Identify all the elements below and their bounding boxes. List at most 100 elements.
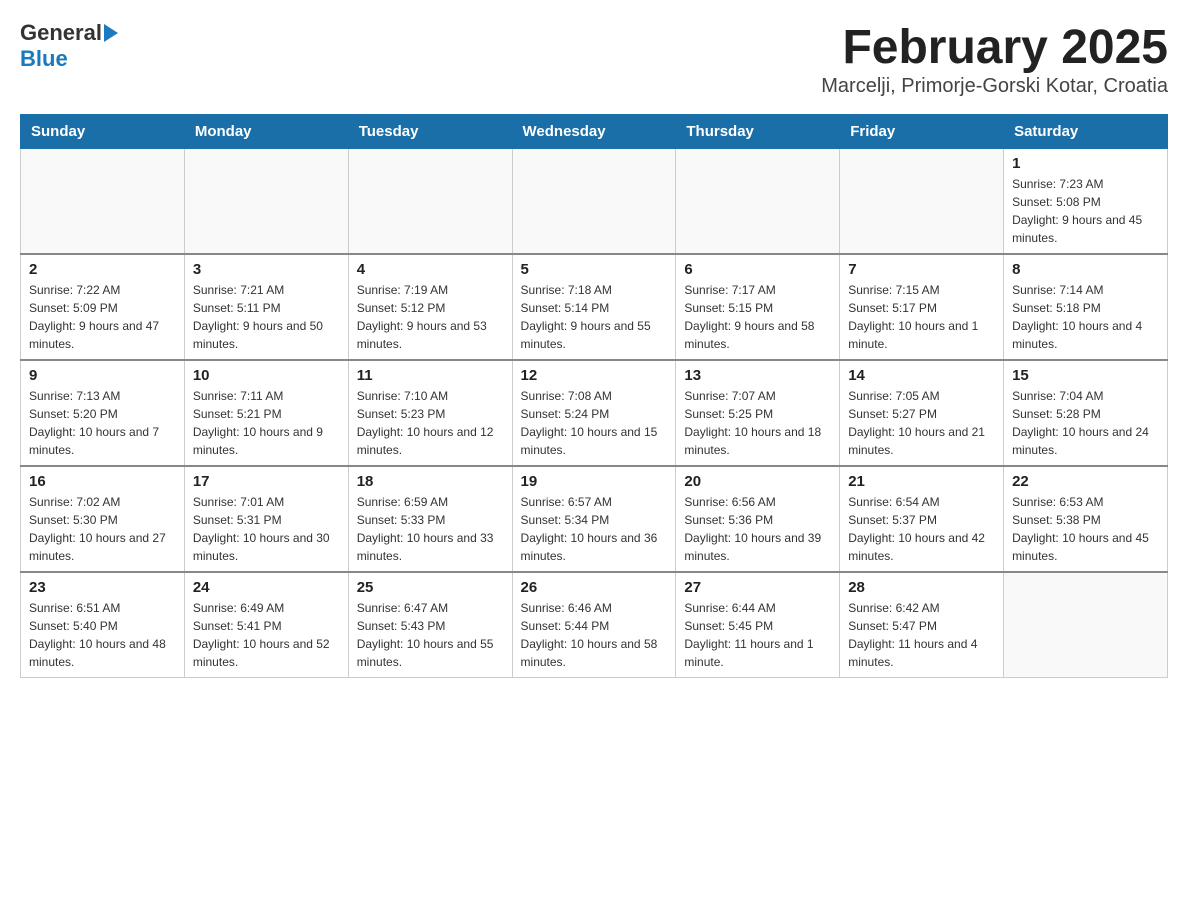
- day-info: Sunrise: 7:07 AM Sunset: 5:25 PM Dayligh…: [684, 387, 831, 459]
- calendar-day-cell: 11 Sunrise: 7:10 AM Sunset: 5:23 PM Dayli…: [348, 360, 512, 466]
- day-info: Sunrise: 7:13 AM Sunset: 5:20 PM Dayligh…: [29, 387, 176, 459]
- logo-blue-text: Blue: [20, 46, 68, 72]
- day-number: 1: [1012, 155, 1159, 172]
- day-info: Sunrise: 7:23 AM Sunset: 5:08 PM Dayligh…: [1012, 175, 1159, 247]
- day-number: 19: [521, 473, 668, 490]
- day-info: Sunrise: 6:47 AM Sunset: 5:43 PM Dayligh…: [357, 599, 504, 671]
- day-info: Sunrise: 6:46 AM Sunset: 5:44 PM Dayligh…: [521, 599, 668, 671]
- day-info: Sunrise: 7:08 AM Sunset: 5:24 PM Dayligh…: [521, 387, 668, 459]
- day-number: 11: [357, 367, 504, 384]
- calendar-day-cell: 21 Sunrise: 6:54 AM Sunset: 5:37 PM Dayli…: [840, 466, 1004, 572]
- calendar-table: SundayMondayTuesdayWednesdayThursdayFrid…: [20, 114, 1168, 678]
- calendar-day-header: Tuesday: [348, 115, 512, 149]
- calendar-day-cell: [676, 149, 840, 255]
- day-info: Sunrise: 6:54 AM Sunset: 5:37 PM Dayligh…: [848, 493, 995, 565]
- month-title: February 2025: [821, 20, 1168, 75]
- day-info: Sunrise: 7:02 AM Sunset: 5:30 PM Dayligh…: [29, 493, 176, 565]
- day-info: Sunrise: 7:18 AM Sunset: 5:14 PM Dayligh…: [521, 281, 668, 353]
- calendar-day-cell: 1 Sunrise: 7:23 AM Sunset: 5:08 PM Daylig…: [1004, 149, 1168, 255]
- day-number: 18: [357, 473, 504, 490]
- day-info: Sunrise: 6:53 AM Sunset: 5:38 PM Dayligh…: [1012, 493, 1159, 565]
- title-area: February 2025 Marcelji, Primorje-Gorski …: [821, 20, 1168, 98]
- day-number: 10: [193, 367, 340, 384]
- day-info: Sunrise: 7:04 AM Sunset: 5:28 PM Dayligh…: [1012, 387, 1159, 459]
- day-number: 27: [684, 579, 831, 596]
- calendar-day-cell: 5 Sunrise: 7:18 AM Sunset: 5:14 PM Daylig…: [512, 254, 676, 360]
- calendar-day-cell: 6 Sunrise: 7:17 AM Sunset: 5:15 PM Daylig…: [676, 254, 840, 360]
- calendar-day-cell: [1004, 572, 1168, 678]
- day-info: Sunrise: 6:49 AM Sunset: 5:41 PM Dayligh…: [193, 599, 340, 671]
- day-number: 16: [29, 473, 176, 490]
- page-header: General Blue February 2025 Marcelji, Pri…: [20, 20, 1168, 98]
- calendar-day-header: Wednesday: [512, 115, 676, 149]
- day-number: 7: [848, 261, 995, 278]
- calendar-day-cell: [21, 149, 185, 255]
- day-number: 6: [684, 261, 831, 278]
- day-info: Sunrise: 6:59 AM Sunset: 5:33 PM Dayligh…: [357, 493, 504, 565]
- logo-general-text: General: [20, 20, 102, 46]
- day-number: 12: [521, 367, 668, 384]
- logo: General Blue: [20, 20, 118, 72]
- day-number: 5: [521, 261, 668, 278]
- day-info: Sunrise: 6:51 AM Sunset: 5:40 PM Dayligh…: [29, 599, 176, 671]
- day-info: Sunrise: 7:21 AM Sunset: 5:11 PM Dayligh…: [193, 281, 340, 353]
- calendar-header-row: SundayMondayTuesdayWednesdayThursdayFrid…: [21, 115, 1168, 149]
- day-number: 15: [1012, 367, 1159, 384]
- calendar-day-header: Friday: [840, 115, 1004, 149]
- day-number: 20: [684, 473, 831, 490]
- day-info: Sunrise: 7:10 AM Sunset: 5:23 PM Dayligh…: [357, 387, 504, 459]
- day-info: Sunrise: 7:22 AM Sunset: 5:09 PM Dayligh…: [29, 281, 176, 353]
- day-info: Sunrise: 7:05 AM Sunset: 5:27 PM Dayligh…: [848, 387, 995, 459]
- calendar-day-cell: 20 Sunrise: 6:56 AM Sunset: 5:36 PM Dayli…: [676, 466, 840, 572]
- calendar-day-cell: 25 Sunrise: 6:47 AM Sunset: 5:43 PM Dayli…: [348, 572, 512, 678]
- day-info: Sunrise: 7:15 AM Sunset: 5:17 PM Dayligh…: [848, 281, 995, 353]
- day-number: 8: [1012, 261, 1159, 278]
- calendar-day-cell: 28 Sunrise: 6:42 AM Sunset: 5:47 PM Dayli…: [840, 572, 1004, 678]
- calendar-day-header: Thursday: [676, 115, 840, 149]
- calendar-week-row: 16 Sunrise: 7:02 AM Sunset: 5:30 PM Dayli…: [21, 466, 1168, 572]
- calendar-day-cell: [348, 149, 512, 255]
- day-number: 26: [521, 579, 668, 596]
- day-number: 28: [848, 579, 995, 596]
- calendar-week-row: 9 Sunrise: 7:13 AM Sunset: 5:20 PM Daylig…: [21, 360, 1168, 466]
- calendar-day-header: Monday: [184, 115, 348, 149]
- day-number: 2: [29, 261, 176, 278]
- calendar-day-header: Sunday: [21, 115, 185, 149]
- day-info: Sunrise: 7:17 AM Sunset: 5:15 PM Dayligh…: [684, 281, 831, 353]
- calendar-day-cell: 26 Sunrise: 6:46 AM Sunset: 5:44 PM Dayli…: [512, 572, 676, 678]
- calendar-week-row: 1 Sunrise: 7:23 AM Sunset: 5:08 PM Daylig…: [21, 149, 1168, 255]
- day-info: Sunrise: 6:57 AM Sunset: 5:34 PM Dayligh…: [521, 493, 668, 565]
- day-number: 17: [193, 473, 340, 490]
- calendar-day-cell: [512, 149, 676, 255]
- calendar-day-cell: 23 Sunrise: 6:51 AM Sunset: 5:40 PM Dayli…: [21, 572, 185, 678]
- calendar-day-cell: 16 Sunrise: 7:02 AM Sunset: 5:30 PM Dayli…: [21, 466, 185, 572]
- day-info: Sunrise: 6:44 AM Sunset: 5:45 PM Dayligh…: [684, 599, 831, 671]
- day-info: Sunrise: 7:11 AM Sunset: 5:21 PM Dayligh…: [193, 387, 340, 459]
- calendar-day-cell: 8 Sunrise: 7:14 AM Sunset: 5:18 PM Daylig…: [1004, 254, 1168, 360]
- calendar-day-cell: 24Sunrise: 6:49 AM Sunset: 5:41 PM Dayli…: [184, 572, 348, 678]
- day-number: 9: [29, 367, 176, 384]
- day-number: 22: [1012, 473, 1159, 490]
- calendar-day-header: Saturday: [1004, 115, 1168, 149]
- calendar-day-cell: 14Sunrise: 7:05 AM Sunset: 5:27 PM Dayli…: [840, 360, 1004, 466]
- calendar-day-cell: 2 Sunrise: 7:22 AM Sunset: 5:09 PM Daylig…: [21, 254, 185, 360]
- calendar-day-cell: 15 Sunrise: 7:04 AM Sunset: 5:28 PM Dayli…: [1004, 360, 1168, 466]
- calendar-week-row: 2 Sunrise: 7:22 AM Sunset: 5:09 PM Daylig…: [21, 254, 1168, 360]
- day-number: 21: [848, 473, 995, 490]
- logo-arrow-icon: [104, 24, 118, 42]
- day-info: Sunrise: 7:14 AM Sunset: 5:18 PM Dayligh…: [1012, 281, 1159, 353]
- day-info: Sunrise: 6:42 AM Sunset: 5:47 PM Dayligh…: [848, 599, 995, 671]
- calendar-day-cell: 10 Sunrise: 7:11 AM Sunset: 5:21 PM Dayli…: [184, 360, 348, 466]
- day-info: Sunrise: 6:56 AM Sunset: 5:36 PM Dayligh…: [684, 493, 831, 565]
- calendar-day-cell: 13Sunrise: 7:07 AM Sunset: 5:25 PM Dayli…: [676, 360, 840, 466]
- location-subtitle: Marcelji, Primorje-Gorski Kotar, Croatia: [821, 75, 1168, 98]
- calendar-day-cell: 3Sunrise: 7:21 AM Sunset: 5:11 PM Daylig…: [184, 254, 348, 360]
- calendar-day-cell: 9 Sunrise: 7:13 AM Sunset: 5:20 PM Daylig…: [21, 360, 185, 466]
- calendar-day-cell: [840, 149, 1004, 255]
- day-info: Sunrise: 7:19 AM Sunset: 5:12 PM Dayligh…: [357, 281, 504, 353]
- day-number: 25: [357, 579, 504, 596]
- calendar-day-cell: 17Sunrise: 7:01 AM Sunset: 5:31 PM Dayli…: [184, 466, 348, 572]
- calendar-day-cell: 18 Sunrise: 6:59 AM Sunset: 5:33 PM Dayli…: [348, 466, 512, 572]
- day-number: 23: [29, 579, 176, 596]
- calendar-day-cell: [184, 149, 348, 255]
